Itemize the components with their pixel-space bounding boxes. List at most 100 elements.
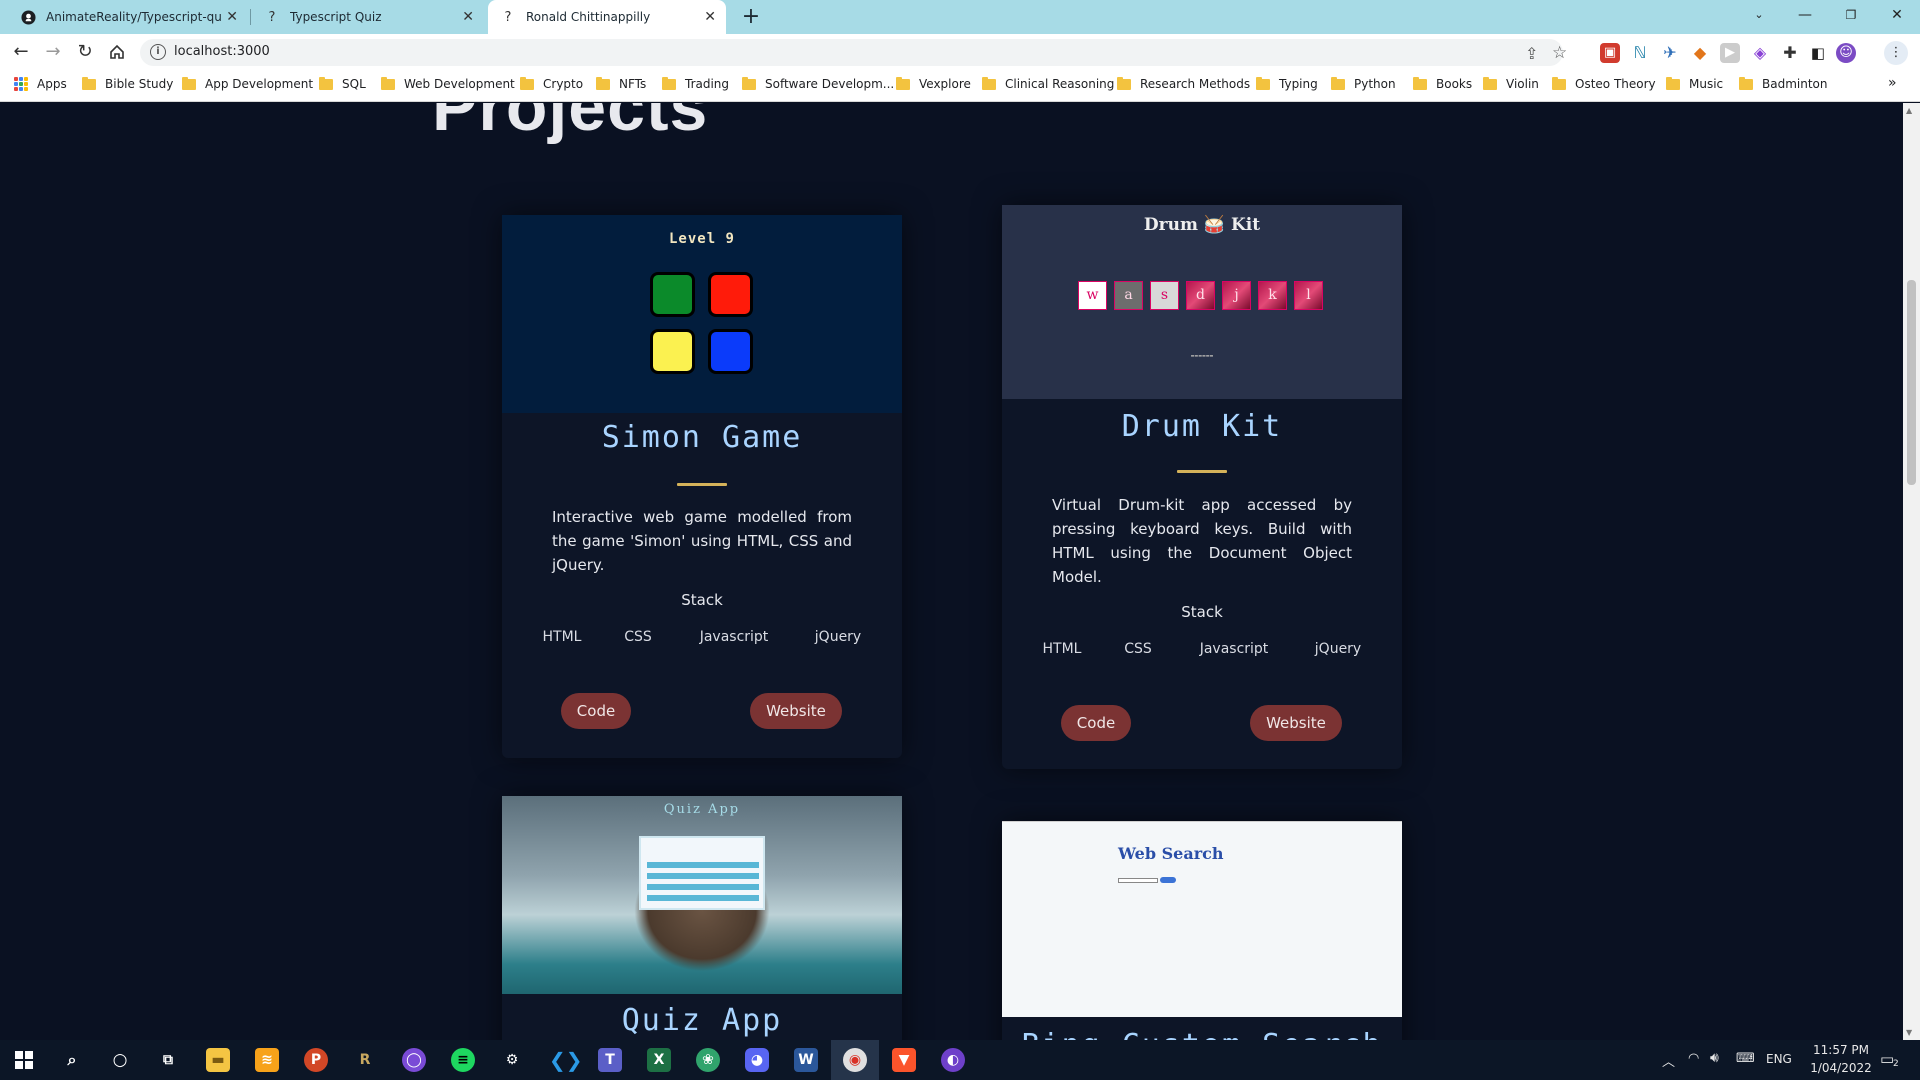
vscode-icon[interactable]: ❮❯: [549, 1048, 583, 1072]
teams-icon[interactable]: T: [598, 1048, 622, 1072]
close-tab-icon[interactable]: ✕: [226, 9, 238, 25]
powerpoint-icon[interactable]: P: [304, 1048, 328, 1072]
clock-time[interactable]: 11:57 PM: [1806, 1043, 1876, 1057]
tab-label: Ronald Chittinappilly: [526, 10, 651, 24]
extensions-puzzle-icon[interactable]: ✚: [1780, 43, 1800, 63]
quiz-preview-box: [639, 836, 765, 910]
site-info-icon[interactable]: i: [150, 44, 166, 60]
scroll-down-icon[interactable]: ▼: [1906, 1028, 1912, 1037]
tab-github[interactable]: AnimateReality/Typescript-quiz: A ✕: [8, 0, 248, 34]
browser-menu-icon[interactable]: ⋮: [1884, 41, 1908, 65]
forward-icon[interactable]: →: [40, 39, 66, 65]
github-desktop-icon[interactable]: ◐: [941, 1048, 965, 1072]
bookmark-folder[interactable]: Clinical Reasoning: [982, 76, 1114, 91]
discord-icon[interactable]: ◕: [745, 1048, 769, 1072]
keyboard-icon[interactable]: ⌨: [1736, 1051, 1755, 1066]
bookmark-folder[interactable]: Python: [1331, 76, 1396, 91]
excel-icon[interactable]: X: [647, 1048, 671, 1072]
cortana-icon[interactable]: ○: [108, 1048, 132, 1072]
bookmark-star-icon[interactable]: ☆: [1552, 43, 1567, 63]
simon-yellow-pad: [650, 329, 695, 374]
project-preview-image[interactable]: Quiz App: [502, 796, 902, 994]
brave-icon[interactable]: ▼: [892, 1048, 916, 1072]
bookmark-label: Typing: [1279, 77, 1318, 91]
windows-taskbar: ⌕ ○ ⧉ ▬ ≋ P R ◯ ≡ ⚙ ❮❯ T X ❀ ◕ W ◉ ▼ ◐ ︿…: [0, 1040, 1920, 1080]
bookmark-folder[interactable]: App Development: [182, 76, 313, 91]
bookmark-folder[interactable]: Web Development: [381, 76, 515, 91]
bookmark-folder[interactable]: Osteo Theory: [1552, 76, 1656, 91]
search-icon[interactable]: ⌕: [60, 1048, 84, 1072]
bookmark-folder[interactable]: Research Methods: [1117, 76, 1250, 91]
volume-icon[interactable]: 🔊︎: [1710, 1050, 1719, 1066]
scrollbar-thumb[interactable]: [1907, 280, 1916, 485]
project-card-bing-search: Web Search Bing Custom Search: [1002, 821, 1402, 1040]
chrome-icon[interactable]: ◉: [843, 1048, 867, 1072]
extension-bird-icon[interactable]: ✈: [1660, 43, 1680, 63]
bookmark-folder[interactable]: Software Developm...: [742, 76, 894, 91]
clock-date[interactable]: 1/04/2022: [1806, 1061, 1876, 1075]
preview-title: Quiz App: [663, 802, 741, 817]
steam-icon[interactable]: ⚙: [500, 1048, 524, 1072]
app-r-icon[interactable]: R: [353, 1048, 377, 1072]
home-icon[interactable]: [104, 39, 130, 65]
side-panel-icon[interactable]: ◧: [1808, 43, 1828, 63]
new-tab-button[interactable]: +: [738, 4, 764, 30]
bookmark-folder[interactable]: Typing: [1256, 76, 1318, 91]
close-tab-icon[interactable]: ✕: [462, 9, 474, 25]
preview-footer: ▬▬▬▬▬▬: [1190, 353, 1214, 358]
reload-icon[interactable]: ↻: [72, 39, 98, 65]
network-icon[interactable]: ◠: [1688, 1051, 1699, 1066]
extension-red-icon[interactable]: ▣: [1600, 43, 1620, 63]
app-green-icon[interactable]: ❀: [696, 1048, 720, 1072]
tab-search-icon[interactable]: ⌄: [1736, 0, 1782, 30]
word-icon[interactable]: W: [794, 1048, 818, 1072]
bookmark-folder[interactable]: Trading: [662, 76, 729, 91]
bookmark-folder[interactable]: Books: [1413, 76, 1472, 91]
share-icon[interactable]: ⇪: [1525, 44, 1538, 63]
bookmark-folder[interactable]: Badminton: [1739, 76, 1827, 91]
tab-ronald-chittinappilly[interactable]: ? Ronald Chittinappilly ✕: [488, 0, 726, 34]
spotify-icon[interactable]: ≡: [451, 1048, 475, 1072]
extension-n-icon[interactable]: ℕ: [1630, 43, 1650, 63]
folder-icon: [319, 76, 333, 90]
file-explorer-icon[interactable]: ▬: [206, 1048, 230, 1072]
extension-play-icon[interactable]: ▶: [1720, 43, 1740, 63]
bookmark-folder[interactable]: Crypto: [520, 76, 583, 91]
show-hidden-icons[interactable]: ︿: [1662, 1051, 1675, 1070]
app-circle-icon[interactable]: ◯: [402, 1048, 426, 1072]
bookmark-folder[interactable]: Vexplore: [896, 76, 971, 91]
bookmark-folder[interactable]: Violin: [1483, 76, 1539, 91]
website-button[interactable]: Website: [1250, 705, 1342, 741]
back-icon[interactable]: ←: [8, 39, 34, 65]
extension-gem-icon[interactable]: ◈: [1750, 43, 1770, 63]
bookmark-folder[interactable]: SQL: [319, 76, 366, 91]
folder-icon: [1739, 76, 1753, 90]
folder-icon: [1331, 76, 1345, 90]
bookmark-folder[interactable]: Bible Study: [82, 76, 173, 91]
address-bar[interactable]: i localhost:3000 ⇪ ☆: [140, 39, 1567, 66]
code-button[interactable]: Code: [561, 693, 631, 729]
bookmark-apps[interactable]: Apps: [14, 77, 67, 91]
language-indicator[interactable]: ENG: [1766, 1052, 1792, 1066]
project-preview-image[interactable]: Level 9: [502, 215, 902, 413]
task-view-icon[interactable]: ⧉: [156, 1048, 180, 1072]
project-preview-image[interactable]: Web Search: [1002, 821, 1402, 1017]
website-button[interactable]: Website: [750, 693, 842, 729]
scroll-up-icon[interactable]: ▲: [1906, 106, 1912, 115]
tab-typescript-quiz[interactable]: ? Typescript Quiz ✕: [252, 0, 484, 34]
bookmark-folder[interactable]: NFTs: [596, 76, 646, 91]
close-window-icon[interactable]: ✕: [1874, 0, 1920, 30]
restore-icon[interactable]: ❐: [1828, 0, 1874, 30]
project-preview-image[interactable]: Drum 🥁 Kit w a s d j k l ▬▬▬▬▬▬: [1002, 205, 1402, 399]
more-bookmarks-icon[interactable]: »: [1888, 75, 1897, 91]
profile-avatar[interactable]: ☺: [1836, 43, 1856, 63]
code-button[interactable]: Code: [1061, 705, 1131, 741]
folder-icon: [1413, 76, 1427, 90]
minimize-icon[interactable]: —: [1782, 0, 1828, 30]
page-scrollbar[interactable]: ▲ ▼: [1903, 103, 1920, 1040]
metamask-fox-icon[interactable]: ◆: [1690, 43, 1710, 63]
app-orange-icon[interactable]: ≋: [255, 1048, 279, 1072]
bookmark-folder[interactable]: Music: [1666, 76, 1723, 91]
close-tab-icon[interactable]: ✕: [704, 9, 716, 25]
windows-start-icon[interactable]: [12, 1048, 36, 1072]
